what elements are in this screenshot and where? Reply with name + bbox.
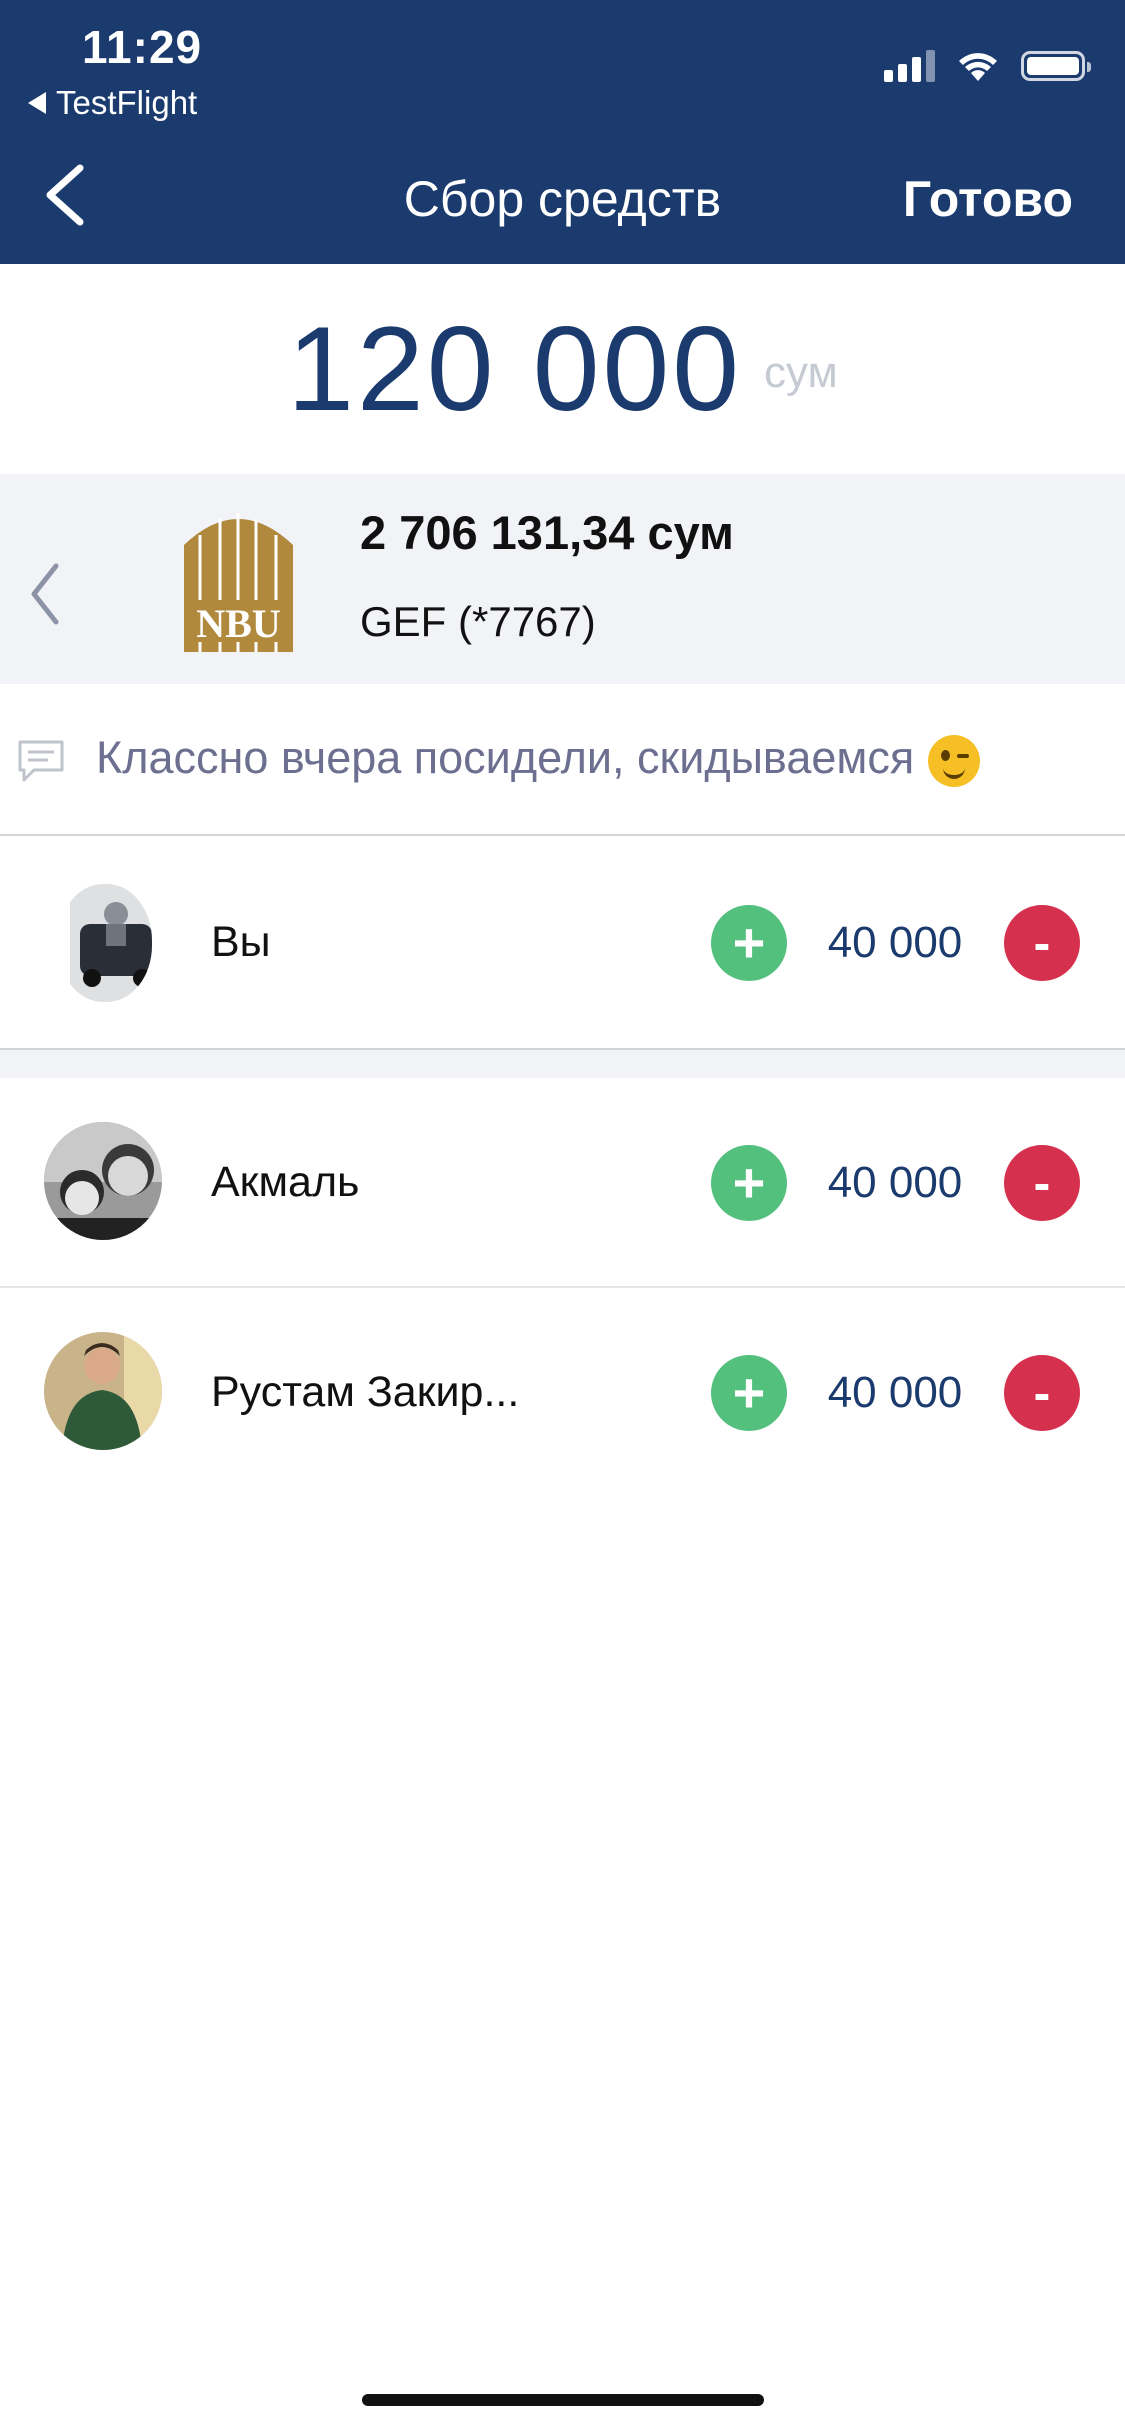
- member-amount[interactable]: 40 000: [795, 1158, 995, 1208]
- comment-icon: [18, 740, 64, 782]
- status-time: 11:29: [82, 21, 203, 73]
- member-name: Акмаль: [211, 1158, 360, 1206]
- avatar: [44, 1122, 162, 1240]
- comment-text-value: Классно вчера посидели, скидываемся: [96, 732, 915, 783]
- member-row: Рустам Закир... + 40 000 -: [0, 1288, 1125, 1498]
- header: 11:29 TestFlight Сбор средств Готово: [0, 0, 1125, 264]
- back-to-testflight-link[interactable]: TestFlight: [28, 84, 197, 122]
- avatar-photo-icon: [44, 1332, 162, 1450]
- status-icons: [884, 50, 1091, 82]
- decrease-amount-button[interactable]: -: [1004, 1145, 1080, 1221]
- member-amount[interactable]: 40 000: [795, 1368, 995, 1418]
- card-balance: 2 706 131,34 сум: [360, 506, 734, 559]
- member-amount[interactable]: 40 000: [795, 918, 995, 968]
- avatar: [44, 1332, 162, 1450]
- wink-emoji-icon: [928, 735, 981, 788]
- increase-amount-button[interactable]: +: [711, 1145, 787, 1221]
- decrease-amount-button[interactable]: -: [1004, 1355, 1080, 1431]
- comment-text: Классно вчера посидели, скидываемся: [96, 732, 981, 788]
- member-name: Рустам Закир...: [211, 1368, 520, 1416]
- total-amount[interactable]: 120 000 сум: [0, 264, 1125, 474]
- section-divider: [0, 1048, 1125, 1078]
- nbu-bank-logo: NBU: [184, 513, 293, 652]
- avatar: [58, 884, 152, 1002]
- avatar-photo-icon: [44, 1122, 162, 1240]
- done-button[interactable]: Готово: [903, 170, 1073, 228]
- avatar-photo-icon: [70, 884, 152, 1002]
- battery-icon: [1021, 51, 1091, 81]
- back-triangle-icon: [28, 92, 46, 114]
- member-row: Акмаль + 40 000 -: [0, 1078, 1125, 1288]
- card-name: GEF (*7767): [360, 598, 596, 645]
- member-name: Вы: [211, 918, 271, 966]
- home-indicator[interactable]: [362, 2394, 764, 2406]
- back-app-label: TestFlight: [56, 84, 198, 121]
- increase-amount-button[interactable]: +: [711, 1355, 787, 1431]
- bank-logo-text: NBU: [196, 601, 280, 646]
- increase-amount-button[interactable]: +: [711, 905, 787, 981]
- decrease-amount-button[interactable]: -: [1004, 905, 1080, 981]
- member-row: Вы + 40 000 -: [0, 838, 1125, 1048]
- total-amount-value: 120 000: [287, 302, 742, 436]
- total-amount-currency: сум: [764, 348, 838, 397]
- card-prev-chevron-icon[interactable]: [26, 560, 62, 628]
- signal-icon: [884, 50, 935, 82]
- wifi-icon: [959, 53, 997, 81]
